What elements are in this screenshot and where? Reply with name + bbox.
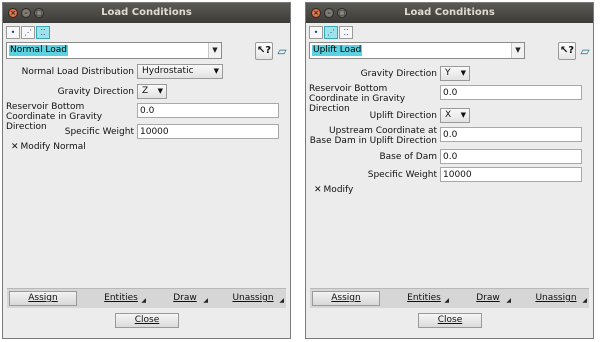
draw-button[interactable]: Draw ◢ bbox=[468, 291, 511, 306]
unassign-button[interactable]: Unassign ◢ bbox=[225, 291, 284, 306]
upstream-coordinate-label: Upstream Coordinate at Base Dam in Uplif… bbox=[309, 126, 437, 146]
point-entity-icon[interactable]: • bbox=[309, 26, 323, 39]
distribution-label: Normal Load Distribution bbox=[21, 67, 134, 77]
specific-weight-input[interactable] bbox=[137, 124, 279, 139]
load-conditions-window-normal: × – □ Load Conditions • ⋰ ⁚⁚ Normal Load… bbox=[2, 2, 291, 339]
load-type-select[interactable]: Normal Load ▼ bbox=[6, 42, 222, 59]
reservoir-bottom-input[interactable] bbox=[440, 85, 582, 100]
chevron-down-icon: ▼ bbox=[460, 111, 466, 119]
load-type-select[interactable]: Uplift Load ▼ bbox=[309, 42, 525, 59]
surface-entity-icon[interactable]: ⁚⁚ bbox=[36, 26, 50, 39]
gravity-direction-value: Y bbox=[445, 68, 451, 78]
point-entity-icon[interactable]: • bbox=[6, 26, 20, 39]
copy-icon[interactable]: ▱ bbox=[275, 42, 289, 60]
reservoir-bottom-label: Reservoir Bottom Coordinate in Gravity D… bbox=[309, 84, 406, 114]
window-title: Load Conditions bbox=[101, 7, 192, 18]
specific-weight-label: Specific Weight bbox=[367, 170, 437, 180]
entities-button[interactable]: Entities ◢ bbox=[402, 291, 449, 306]
help-icon[interactable]: ↖? bbox=[558, 42, 576, 60]
unassign-button[interactable]: Unassign ◢ bbox=[528, 291, 587, 306]
reservoir-bottom-input[interactable] bbox=[137, 103, 279, 118]
chevron-down-icon: ▼ bbox=[460, 69, 466, 77]
chevron-down-icon: ▼ bbox=[157, 87, 163, 95]
specific-weight-input[interactable] bbox=[440, 167, 582, 182]
corner-arrow-icon: ◢ bbox=[279, 297, 284, 304]
corner-arrow-icon: ◢ bbox=[203, 297, 208, 304]
uplift-direction-label: Uplift Direction bbox=[369, 111, 437, 121]
corner-arrow-icon: ◢ bbox=[141, 297, 146, 304]
window-title: Load Conditions bbox=[404, 7, 495, 18]
title-bar[interactable]: × – □ Load Conditions bbox=[3, 3, 290, 23]
copy-icon[interactable]: ▱ bbox=[578, 42, 592, 60]
corner-arrow-icon: ◢ bbox=[444, 297, 449, 304]
corner-arrow-icon: ◢ bbox=[582, 297, 587, 304]
action-bar: Assign Entities ◢ Draw ◢ Unassign ◢ bbox=[7, 288, 286, 308]
close-button[interactable]: Close bbox=[115, 313, 179, 328]
assign-button[interactable]: Assign bbox=[312, 291, 380, 306]
modify-normal-checkbox[interactable]: ✕ Modify Normal bbox=[11, 142, 86, 153]
distribution-value: Hydrostatic bbox=[142, 66, 194, 76]
specific-weight-label: Specific Weight bbox=[64, 127, 134, 137]
modify-normal-label: Modify Normal bbox=[20, 142, 86, 152]
upstream-coordinate-input[interactable] bbox=[440, 127, 582, 142]
checkbox-checked-icon: ✕ bbox=[11, 142, 19, 152]
load-conditions-window-uplift: × – □ Load Conditions • ⋰ ⁚⁚ Uplift Load… bbox=[305, 2, 594, 339]
checkbox-checked-icon: ✕ bbox=[314, 185, 322, 195]
modify-label: Modify bbox=[323, 185, 354, 195]
draw-button[interactable]: Draw ◢ bbox=[165, 291, 208, 306]
chevron-down-icon[interactable]: ▼ bbox=[208, 43, 221, 58]
chevron-down-icon: ▼ bbox=[213, 67, 219, 75]
action-bar: Assign Entities ◢ Draw ◢ Unassign ◢ bbox=[310, 288, 589, 308]
chevron-down-icon[interactable]: ▼ bbox=[511, 43, 524, 58]
modify-checkbox[interactable]: ✕ Modify bbox=[314, 185, 353, 196]
close-button[interactable]: Close bbox=[418, 313, 482, 328]
base-of-dam-input[interactable] bbox=[440, 149, 582, 164]
gravity-direction-value: Z bbox=[142, 86, 149, 96]
assign-button[interactable]: Assign bbox=[9, 291, 77, 306]
surface-entity-icon[interactable]: ⁚⁚ bbox=[339, 26, 353, 39]
gravity-direction-select[interactable]: Z ▼ bbox=[137, 84, 167, 99]
gravity-direction-select[interactable]: Y ▼ bbox=[440, 66, 470, 81]
load-type-value: Uplift Load bbox=[312, 45, 363, 56]
help-icon[interactable]: ↖? bbox=[255, 42, 273, 60]
base-of-dam-label: Base of Dam bbox=[379, 152, 437, 162]
distribution-select[interactable]: Hydrostatic ▼ bbox=[137, 64, 223, 79]
corner-arrow-icon: ◢ bbox=[506, 297, 511, 304]
load-type-value: Normal Load bbox=[9, 45, 69, 56]
line-entity-icon[interactable]: ⋰ bbox=[21, 26, 35, 39]
gravity-direction-label: Gravity Direction bbox=[360, 69, 437, 79]
uplift-direction-value: X bbox=[445, 110, 452, 120]
gravity-direction-label: Gravity Direction bbox=[57, 87, 134, 97]
title-bar[interactable]: × – □ Load Conditions bbox=[306, 3, 593, 23]
entities-button[interactable]: Entities ◢ bbox=[99, 291, 146, 306]
line-entity-icon[interactable]: ⋰ bbox=[324, 26, 338, 39]
uplift-direction-select[interactable]: X ▼ bbox=[440, 108, 470, 123]
